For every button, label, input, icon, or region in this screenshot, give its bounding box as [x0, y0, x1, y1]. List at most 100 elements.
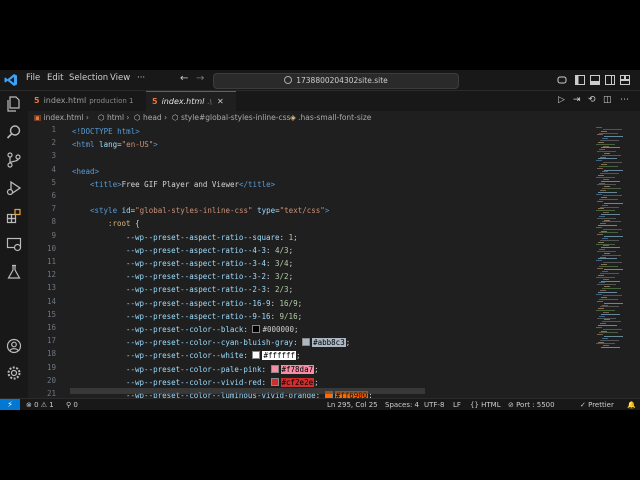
color-swatch[interactable]	[252, 351, 261, 360]
tab-description: production 1	[89, 97, 134, 105]
attr-value: "global-styles-inline-css"	[135, 206, 253, 216]
minimap-line	[600, 239, 619, 241]
element-icon: ⬡	[172, 113, 179, 122]
extensions-icon[interactable]	[6, 208, 22, 224]
attr-name: lang	[99, 140, 118, 150]
end-of-line[interactable]: LF	[453, 399, 461, 410]
minimap-line	[597, 250, 616, 252]
tab-label: index.html	[43, 96, 87, 105]
code-line: <title>Free GIF Player and Viewer</title…	[90, 179, 276, 189]
code-line: <style id="global-styles-inline-css" typ…	[90, 206, 330, 216]
line-number: 8	[51, 217, 56, 227]
cursor-position[interactable]: Ln 295, Col 25	[327, 399, 378, 410]
minimap-line	[596, 127, 602, 128]
search-activity-icon[interactable]	[6, 124, 22, 140]
source-control-icon[interactable]	[6, 152, 22, 168]
color-swatch[interactable]	[302, 338, 311, 347]
code-line: --wp--preset--aspect-ratio--16-9: 16/9;	[126, 298, 303, 308]
menu-selection[interactable]: Selection	[69, 73, 108, 83]
settings-gear-icon[interactable]	[6, 365, 22, 381]
minimap-line	[598, 291, 617, 293]
minimap-line	[600, 156, 606, 158]
horizontal-scrollbar[interactable]	[70, 388, 425, 394]
close-tab-icon[interactable]: ✕	[217, 97, 224, 106]
minimap-line	[602, 171, 608, 173]
minimap-line	[600, 256, 606, 258]
css-property-value: #f78da7	[280, 364, 315, 374]
breadcrumb-selector[interactable]: ◈ .has-small-font-size	[290, 111, 371, 125]
color-swatch[interactable]	[270, 364, 279, 373]
color-swatch[interactable]	[252, 325, 261, 333]
vscode-window: File Edit Selection View ··· ← → 1738800…	[0, 70, 640, 410]
line-number: 13	[46, 283, 56, 293]
minimap-line	[603, 228, 622, 230]
code-line: <!DOCTYPE html>	[72, 125, 140, 138]
remote-explorer-icon[interactable]	[6, 236, 22, 252]
css-property-name: --wp--preset--color--cyan-bluish-gray	[126, 338, 294, 348]
go-live-icon[interactable]: ⇥	[573, 95, 581, 105]
minimap-line	[603, 295, 622, 297]
encoding[interactable]: UTF-8	[424, 399, 444, 410]
code-editor[interactable]: <!DOCTYPE html> <html lang="en-US"> <hea…	[64, 125, 594, 398]
tab-index-production[interactable]: 5 index.html production 1	[34, 91, 146, 111]
minimap-line	[597, 217, 616, 219]
menu-edit[interactable]: Edit	[47, 73, 63, 83]
minimap-line	[601, 247, 620, 249]
account-icon[interactable]	[6, 338, 22, 354]
run-debug-icon[interactable]	[6, 180, 22, 196]
minimap-line	[604, 269, 623, 271]
prettier-status[interactable]: ✓ Prettier	[580, 399, 614, 410]
minimap[interactable]	[594, 125, 640, 398]
minimap-line	[603, 328, 622, 330]
css-property-value: #abb8c3	[312, 338, 346, 348]
command-center-search[interactable]: 1738800204302site.site	[213, 73, 459, 89]
menu-more[interactable]: ···	[137, 73, 145, 83]
tab-index-active[interactable]: 5 index.html .\ ✕	[146, 91, 236, 112]
forward-arrow-icon[interactable]: →	[196, 73, 204, 84]
run-file-icon[interactable]: ▷	[558, 95, 565, 105]
open-changes-icon[interactable]: ⟲	[588, 95, 596, 105]
copilot-icon[interactable]	[557, 75, 567, 85]
more-actions-icon[interactable]: ⋯	[620, 95, 629, 105]
minimap-line	[598, 175, 604, 177]
notifications-icon[interactable]: 🔔	[627, 399, 636, 410]
minimap-line	[601, 263, 607, 265]
minimap-line	[599, 265, 618, 267]
menu-file[interactable]: File	[26, 73, 40, 83]
code-line: --wp--preset--aspect-ratio--3-4: 3/4;	[126, 259, 294, 268]
customize-layout-icon[interactable]	[620, 75, 630, 85]
minimap-line	[599, 182, 605, 184]
menu-view[interactable]: View	[110, 73, 130, 83]
problems-indicator[interactable]: ⊗ 0 ⚠ 1	[26, 399, 54, 410]
css-property-name: --wp--preset--color--black	[126, 325, 244, 334]
css-property-value: 16/9	[279, 298, 298, 308]
back-arrow-icon[interactable]: ←	[180, 73, 188, 84]
color-swatch[interactable]	[270, 377, 279, 386]
line-number: 16	[46, 323, 56, 332]
minimap-line	[597, 184, 616, 186]
ports-indicator[interactable]: ⚲ 0	[66, 399, 78, 410]
minimap-line	[599, 215, 605, 217]
minimap-line	[598, 324, 617, 326]
breadcrumb-html[interactable]: ⬡ html ›	[98, 111, 129, 125]
testing-icon[interactable]	[6, 264, 22, 280]
live-server-port[interactable]: ⊘ Port : 5500	[508, 399, 555, 410]
minimap-line	[600, 323, 606, 325]
breadcrumb-head[interactable]: ⬡ head ›	[134, 111, 167, 125]
minimap-line	[601, 280, 620, 282]
toggle-secondary-sidebar-icon[interactable]	[605, 75, 615, 85]
line-number: 12	[46, 270, 56, 280]
language-mode[interactable]: {} HTML	[470, 399, 501, 410]
split-editor-icon[interactable]: ◫	[603, 95, 612, 105]
remote-indicator-icon[interactable]: ⚡	[0, 399, 20, 410]
css-property-value: 4/3	[275, 245, 289, 255]
tab-label: index.html	[161, 97, 205, 106]
minimap-line	[599, 332, 618, 334]
indentation[interactable]: Spaces: 4	[385, 399, 419, 410]
explorer-icon[interactable]	[6, 96, 22, 112]
breadcrumb-file[interactable]: ▣ index.html ›	[34, 111, 89, 125]
breadcrumb-style[interactable]: ⬡ style#global-styles-inline-css ›	[172, 111, 296, 125]
toggle-primary-sidebar-icon[interactable]	[575, 75, 585, 85]
toggle-panel-icon[interactable]	[590, 75, 600, 85]
minimap-line	[600, 339, 619, 341]
